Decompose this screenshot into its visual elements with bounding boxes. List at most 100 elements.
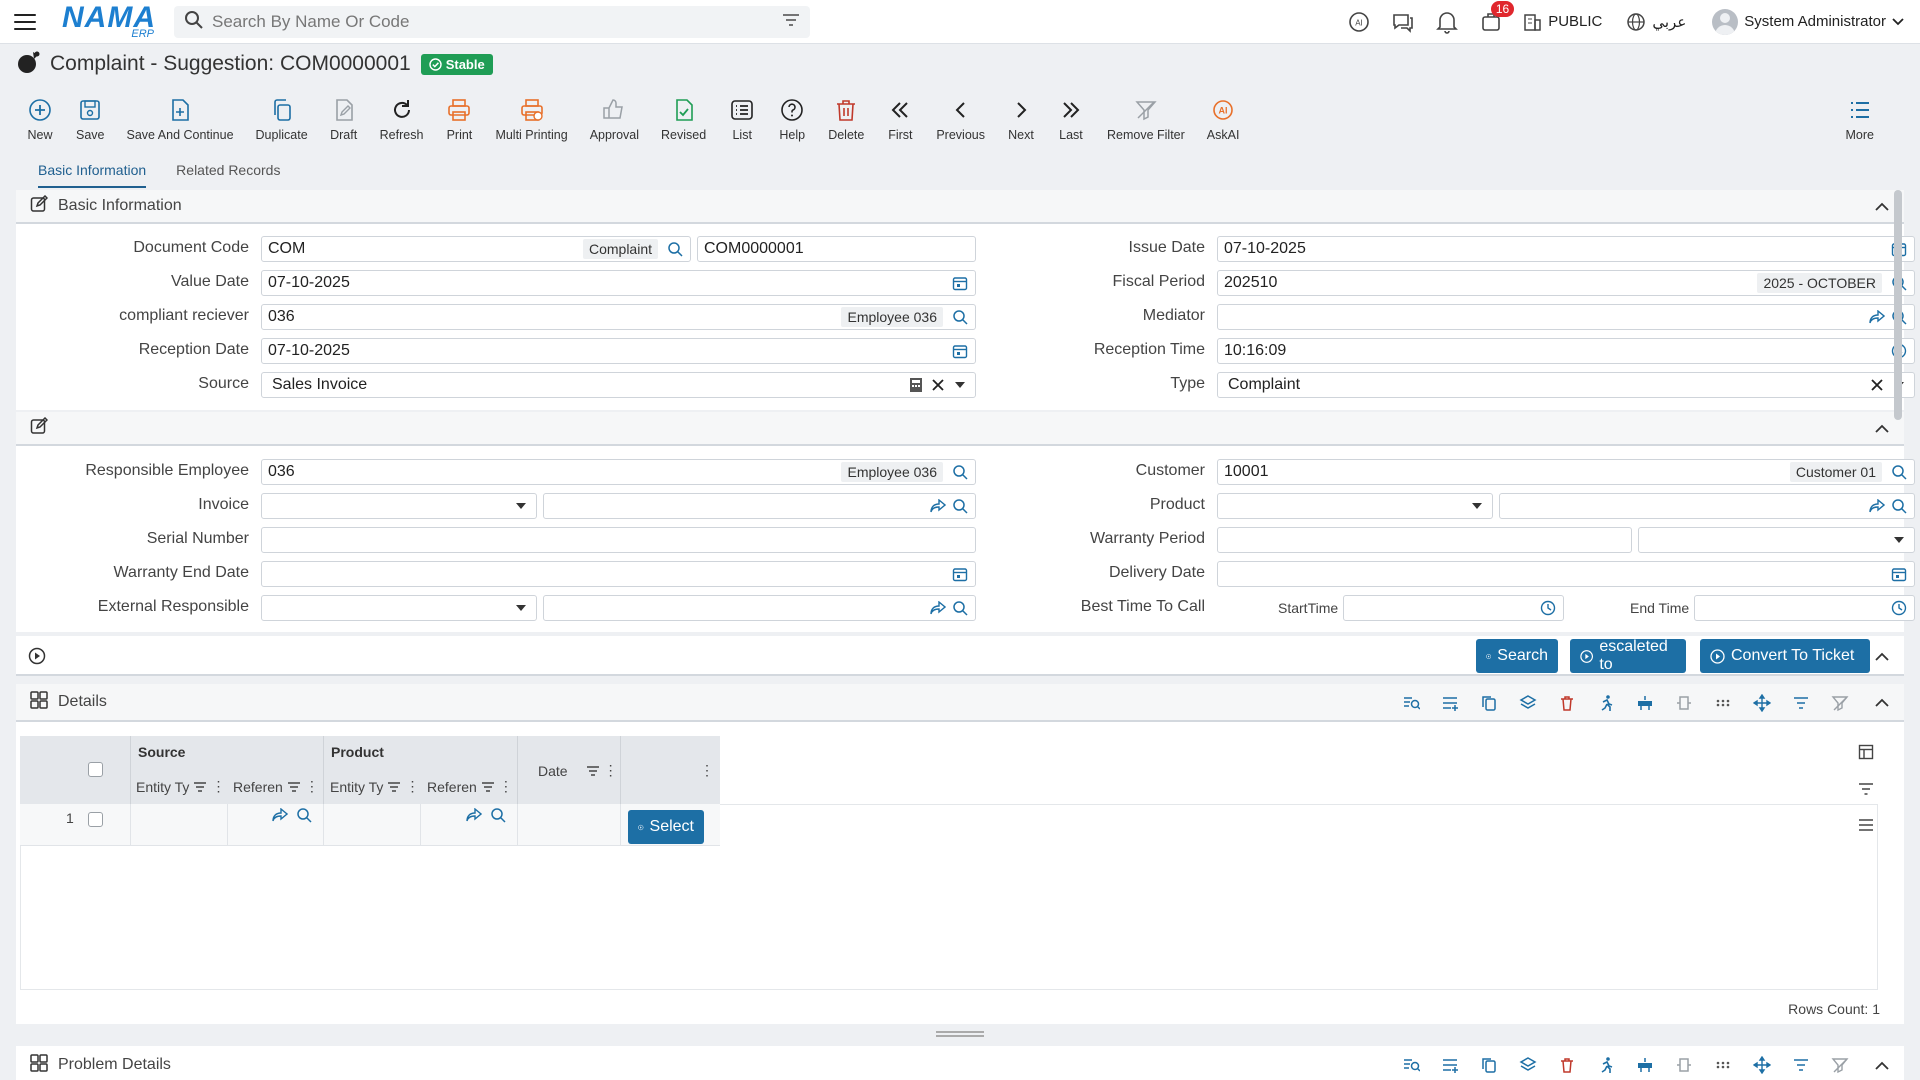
collapse-icon[interactable]	[1872, 646, 1892, 666]
product-field[interactable]	[1499, 493, 1915, 519]
duplicate-button[interactable]: Duplicate	[256, 86, 308, 142]
move-icon[interactable]	[1748, 1051, 1776, 1079]
trash-icon[interactable]	[1553, 689, 1581, 717]
scrollbar[interactable]	[1894, 190, 1902, 420]
layers-icon[interactable]	[1514, 1051, 1542, 1079]
remove-filter-icon[interactable]	[1826, 689, 1854, 717]
mediator-field[interactable]	[1217, 304, 1915, 330]
invoice-type-select[interactable]	[261, 493, 537, 519]
start-time-field[interactable]	[1343, 595, 1564, 621]
filter-icon[interactable]	[193, 781, 207, 792]
column-menu-icon[interactable]: ⋮	[499, 778, 513, 795]
column-menu-icon[interactable]: ⋮	[211, 778, 225, 795]
lookup-icon[interactable]	[296, 807, 312, 827]
lookup-icon[interactable]	[951, 308, 969, 326]
resize-column-icon[interactable]	[1670, 1051, 1698, 1079]
move-icon[interactable]	[1748, 689, 1776, 717]
add-row-icon[interactable]	[1436, 1051, 1464, 1079]
column-source-entity-type[interactable]: Entity Ty ⋮	[136, 778, 225, 795]
logo[interactable]: NAMA ERP	[62, 3, 156, 40]
responsible-employee-field[interactable]: 036 Employee 036	[261, 459, 976, 485]
document-number-field[interactable]: COM0000001	[697, 236, 976, 262]
row-checkbox[interactable]	[88, 812, 103, 827]
select-all-checkbox[interactable]	[88, 762, 103, 777]
copy-icon[interactable]	[1475, 1051, 1503, 1079]
clear-icon[interactable]	[1868, 376, 1886, 394]
external-responsible-field[interactable]	[543, 595, 976, 621]
more-button[interactable]: More	[1846, 86, 1874, 142]
add-row-icon[interactable]	[1436, 689, 1464, 717]
filter-icon[interactable]	[782, 13, 800, 31]
remove-filter-button[interactable]: Remove Filter	[1107, 86, 1185, 142]
clock-icon[interactable]	[1890, 599, 1908, 617]
previous-button[interactable]: Previous	[936, 86, 985, 142]
share-icon[interactable]	[929, 497, 947, 515]
refresh-button[interactable]: Refresh	[380, 86, 423, 142]
search-button[interactable]: Search	[1476, 639, 1558, 673]
lookup-icon[interactable]	[1890, 463, 1908, 481]
search-input[interactable]	[212, 11, 782, 32]
approval-button[interactable]: Approval	[590, 86, 639, 142]
draft-button[interactable]: Draft	[330, 86, 358, 142]
columns-icon[interactable]	[1858, 744, 1874, 764]
clock-icon[interactable]	[1539, 599, 1557, 617]
share-icon[interactable]	[929, 599, 947, 617]
play-circle-icon[interactable]	[28, 647, 46, 669]
column-product-reference[interactable]: Referen ⋮	[427, 778, 513, 795]
serial-number-field[interactable]	[261, 527, 976, 553]
customer-field[interactable]: 10001 Customer 01	[1217, 459, 1915, 485]
tasks-icon[interactable]: 16	[1478, 0, 1515, 35]
problem-details-header[interactable]: Problem Details	[16, 1046, 1904, 1080]
branch-selector[interactable]: PUBLIC	[1522, 12, 1602, 32]
lookup-icon[interactable]	[951, 599, 969, 617]
filter-icon[interactable]	[1787, 1051, 1815, 1079]
calendar-icon[interactable]	[951, 274, 969, 292]
filter-icon[interactable]	[481, 781, 495, 792]
calendar-icon[interactable]	[1890, 565, 1908, 583]
warranty-period-unit-select[interactable]	[1638, 527, 1915, 553]
first-button[interactable]: First	[886, 86, 914, 142]
select-button[interactable]: Select	[628, 810, 704, 844]
filter-icon[interactable]	[586, 765, 600, 776]
tab-basic-information[interactable]: Basic Information	[38, 158, 147, 188]
end-time-field[interactable]	[1694, 595, 1915, 621]
share-icon[interactable]	[272, 807, 289, 826]
dots-grid-icon[interactable]	[1709, 1051, 1737, 1079]
external-responsible-type-select[interactable]	[261, 595, 537, 621]
reception-time-field[interactable]: 10:16:09	[1217, 338, 1915, 364]
menu-icon[interactable]	[14, 13, 36, 30]
details-header[interactable]: Details	[16, 684, 1904, 722]
chat-icon[interactable]	[1390, 9, 1416, 35]
last-button[interactable]: Last	[1057, 86, 1085, 142]
lookup-icon[interactable]	[1890, 497, 1908, 515]
source-select[interactable]: Sales Invoice	[261, 372, 976, 398]
table-row[interactable]: 1 Select	[20, 804, 720, 846]
run-icon[interactable]	[1592, 1051, 1620, 1079]
askai-button[interactable]: AI AskAI	[1207, 86, 1239, 142]
user-menu[interactable]: System Administrator	[1712, 8, 1904, 35]
search-list-icon[interactable]	[1397, 689, 1425, 717]
filter-icon[interactable]	[287, 781, 301, 792]
calendar-icon[interactable]	[951, 342, 969, 360]
calculator-icon[interactable]	[907, 376, 925, 394]
complaint-details-header[interactable]	[16, 412, 1904, 446]
share-icon[interactable]	[1868, 497, 1886, 515]
print-button[interactable]: Print	[445, 86, 473, 142]
column-source-reference[interactable]: Referen ⋮	[233, 778, 319, 795]
invoice-field[interactable]	[543, 493, 976, 519]
chevron-down-icon[interactable]	[512, 599, 530, 617]
save-and-continue-button[interactable]: Save And Continue	[127, 86, 234, 142]
dots-grid-icon[interactable]	[1709, 689, 1737, 717]
column-menu-icon[interactable]: ⋮	[405, 778, 419, 795]
collapse-icon[interactable]	[1872, 692, 1892, 712]
basic-information-header[interactable]: Basic Information	[16, 190, 1904, 224]
new-button[interactable]: New	[26, 86, 54, 142]
clear-icon[interactable]	[929, 376, 947, 394]
collapse-icon[interactable]	[1872, 1055, 1892, 1075]
run-icon[interactable]	[1592, 689, 1620, 717]
column-menu-icon[interactable]: ⋮	[305, 778, 319, 795]
column-menu-icon[interactable]: ⋮	[604, 762, 618, 779]
remove-filter-icon[interactable]	[1826, 1051, 1854, 1079]
convert-to-ticket-button[interactable]: Convert To Ticket	[1700, 639, 1870, 673]
help-button[interactable]: Help	[778, 86, 806, 142]
